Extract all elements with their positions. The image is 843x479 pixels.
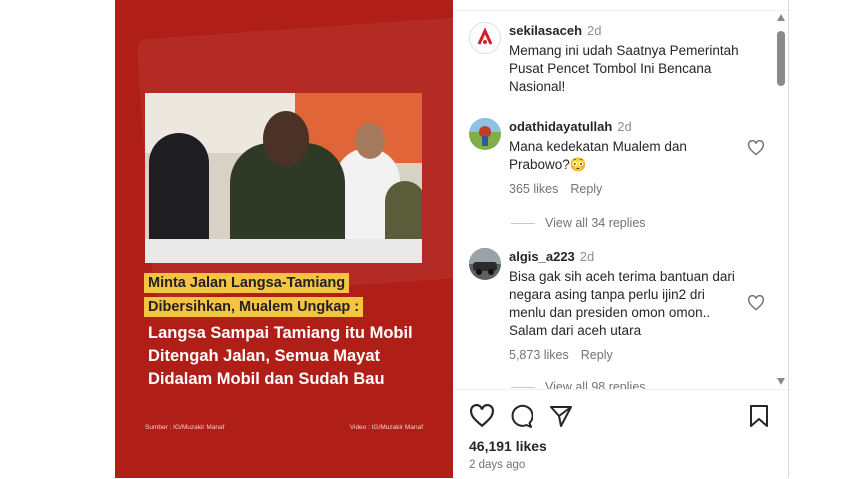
car-avatar[interactable] [469,248,501,280]
comment-meta: 365 likes Reply [509,182,739,196]
comment-username[interactable]: sekilasaceh [509,23,582,38]
scrollbar-thumb[interactable] [777,31,785,86]
video-credit: Video : IG/Muzakir Manaf [349,424,423,431]
comment-time[interactable]: 2d [587,23,601,38]
sekilasaceh-logo-avatar[interactable] [469,22,501,54]
source-credit: Sumber : IG/Muzakir Manaf [145,424,225,431]
like-comment-heart-icon[interactable] [747,295,765,311]
post-headline: Minta Jalan Langsa-Tamiang Dibersihkan, … [144,273,444,390]
post-time-ago[interactable]: 2 days ago [469,459,525,471]
post-media[interactable]: Minta Jalan Langsa-Tamiang Dibersihkan, … [115,0,453,478]
meeting-table [145,239,422,263]
comment-bubble-icon[interactable] [509,404,533,428]
reply-button[interactable]: Reply [581,348,613,362]
post-actions: 46,191 likes 2 days ago [453,389,788,479]
view-replies-link[interactable]: View all 98 replies [511,380,646,389]
comment-text: Memang ini udah Saatnya Pemerintah Pusat… [509,43,739,94]
comments-list[interactable]: sekilasaceh 2d Memang ini udah Saatnya Pe… [453,11,788,389]
person-figure [149,133,209,248]
like-heart-icon[interactable] [469,404,495,428]
reply-button[interactable]: Reply [570,182,602,196]
headline-line: Minta Jalan Langsa-Tamiang [144,273,350,293]
comment-text: Bisa gak sih aceh terima bantuan dari ne… [509,269,735,338]
subtitle-line: Langsa Sampai Tamiang itu Mobil [148,324,413,342]
subtitle-line: Ditengah Jalan, Semua Mayat [148,347,380,365]
like-comment-heart-icon[interactable] [747,140,765,156]
football-avatar[interactable] [469,118,501,150]
bookmark-icon[interactable] [749,404,769,428]
comment-meta: 5,873 likes Reply [509,348,739,362]
headline-line: Dibersihkan, Mualem Ungkap : [144,297,364,317]
comment-likes[interactable]: 5,873 likes [509,348,569,362]
divider-line [511,223,535,225]
comment-username[interactable]: algis_a223 [509,249,575,264]
view-replies-label[interactable]: View all 98 replies [545,380,646,389]
comments-panel: sekilasaceh 2d Memang ini udah Saatnya Pe… [453,0,789,478]
comment-time[interactable]: 2d [580,249,594,264]
post-photo [145,93,422,263]
scroll-up-icon[interactable] [777,14,785,21]
share-send-icon[interactable] [549,404,573,428]
comment-text: Mana kedekatan Mualem dan Prabowo?😳 [509,139,687,172]
scroll-down-icon[interactable] [777,378,785,385]
post-likes-count[interactable]: 46,191 likes [469,438,547,454]
view-replies-label[interactable]: View all 34 replies [545,216,646,230]
subtitle-line: Didalam Mobil dan Sudah Bau [148,370,385,388]
comment-likes[interactable]: 365 likes [509,182,558,196]
scrollbar[interactable] [774,11,788,389]
view-replies-link[interactable]: View all 34 replies [511,216,646,230]
comment-time[interactable]: 2d [617,119,631,134]
comment-username[interactable]: odathidayatullah [509,119,612,134]
